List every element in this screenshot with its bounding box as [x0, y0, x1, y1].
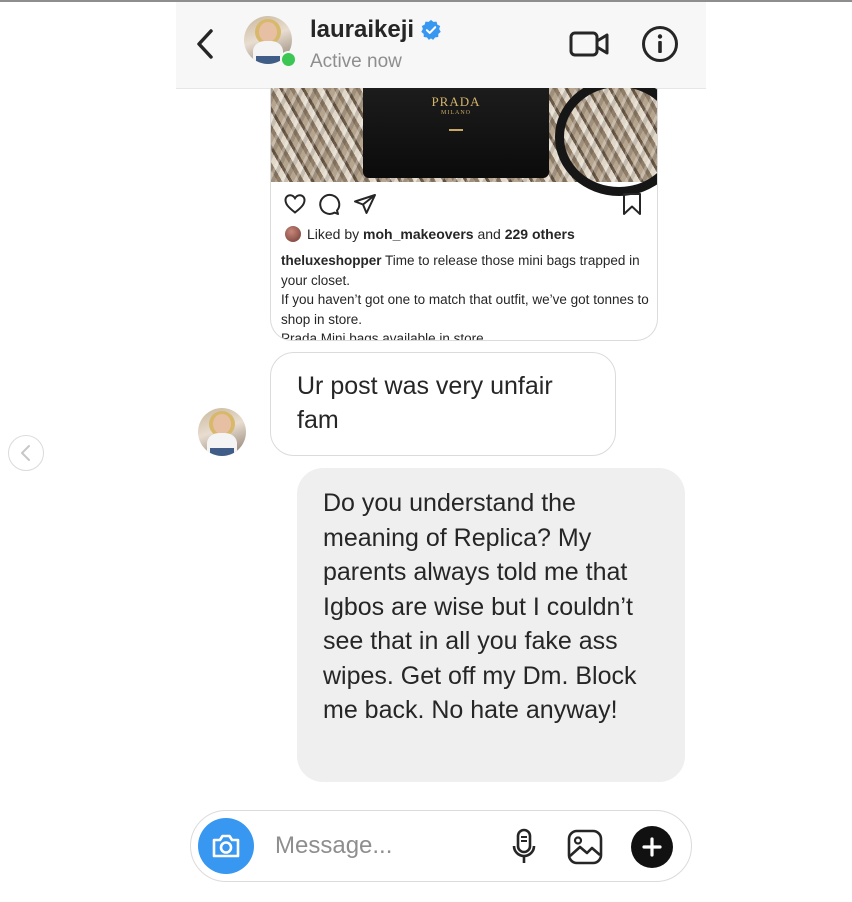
likes-and: and	[473, 226, 505, 242]
share-button[interactable]	[353, 192, 377, 216]
chevron-left-icon	[21, 445, 30, 461]
chat-header: lauraikeji Active now	[176, 2, 706, 89]
verified-badge-icon	[421, 19, 441, 40]
online-status-dot	[280, 51, 297, 68]
info-button[interactable]	[640, 24, 680, 64]
camera-icon	[212, 834, 240, 858]
username[interactable]: lauraikeji	[310, 16, 442, 44]
post-image[interactable]: PRADA MILANO	[271, 88, 657, 196]
post-actions	[283, 192, 645, 220]
shared-post[interactable]: PRADA MILANO Liked by moh_makeovers and …	[270, 88, 658, 341]
caption-username[interactable]: theluxeshopper	[281, 253, 382, 268]
active-status: Active now	[310, 51, 402, 72]
plus-icon	[642, 837, 662, 857]
post-caption: theluxeshopper Time to release those min…	[281, 251, 649, 341]
likes-prefix: Liked by	[307, 226, 364, 242]
liker-avatar	[285, 226, 301, 242]
handbag-image: PRADA MILANO	[363, 88, 549, 178]
bag-brand-text: PRADA	[431, 94, 481, 109]
message-input[interactable]	[275, 829, 475, 863]
received-message-bubble[interactable]: Ur post was very unfair fam	[270, 352, 616, 456]
gallery-icon	[567, 829, 603, 865]
liker-username[interactable]: moh_makeovers	[363, 226, 474, 242]
caption-line-2: If you haven’t got one to match that out…	[281, 292, 649, 327]
caption-line-3: Prada Mini bags available in store	[281, 331, 484, 341]
bookmark-icon	[623, 193, 641, 215]
sender-avatar[interactable]	[198, 408, 246, 456]
like-button[interactable]	[283, 192, 307, 216]
info-icon	[642, 26, 678, 62]
add-button[interactable]	[631, 826, 673, 868]
message-composer	[190, 810, 692, 882]
bag-brand-subtext: MILANO	[441, 110, 471, 116]
bag-strap	[555, 88, 657, 196]
save-button[interactable]	[621, 192, 643, 216]
comment-icon	[319, 193, 341, 215]
bag-logo	[449, 121, 463, 131]
camera-button[interactable]	[198, 818, 254, 874]
previous-arrow-button[interactable]	[8, 435, 44, 471]
video-camera-icon	[569, 31, 609, 57]
chevron-left-icon	[197, 29, 213, 59]
gallery-button[interactable]	[565, 827, 605, 867]
likes-summary[interactable]: Liked by moh_makeovers and 229 others	[285, 226, 575, 242]
sent-message-bubble[interactable]: Do you understand the meaning of Replica…	[297, 468, 685, 782]
paper-plane-icon	[354, 194, 376, 214]
microphone-icon	[512, 828, 536, 863]
likes-others[interactable]: 229 others	[505, 226, 575, 242]
likes-text: Liked by moh_makeovers and 229 others	[307, 226, 575, 242]
voice-message-button[interactable]	[509, 827, 539, 867]
username-label: lauraikeji	[310, 16, 415, 43]
heart-icon	[284, 194, 306, 214]
video-call-button[interactable]	[568, 26, 612, 62]
comment-button[interactable]	[317, 192, 341, 216]
back-button[interactable]	[194, 24, 222, 64]
